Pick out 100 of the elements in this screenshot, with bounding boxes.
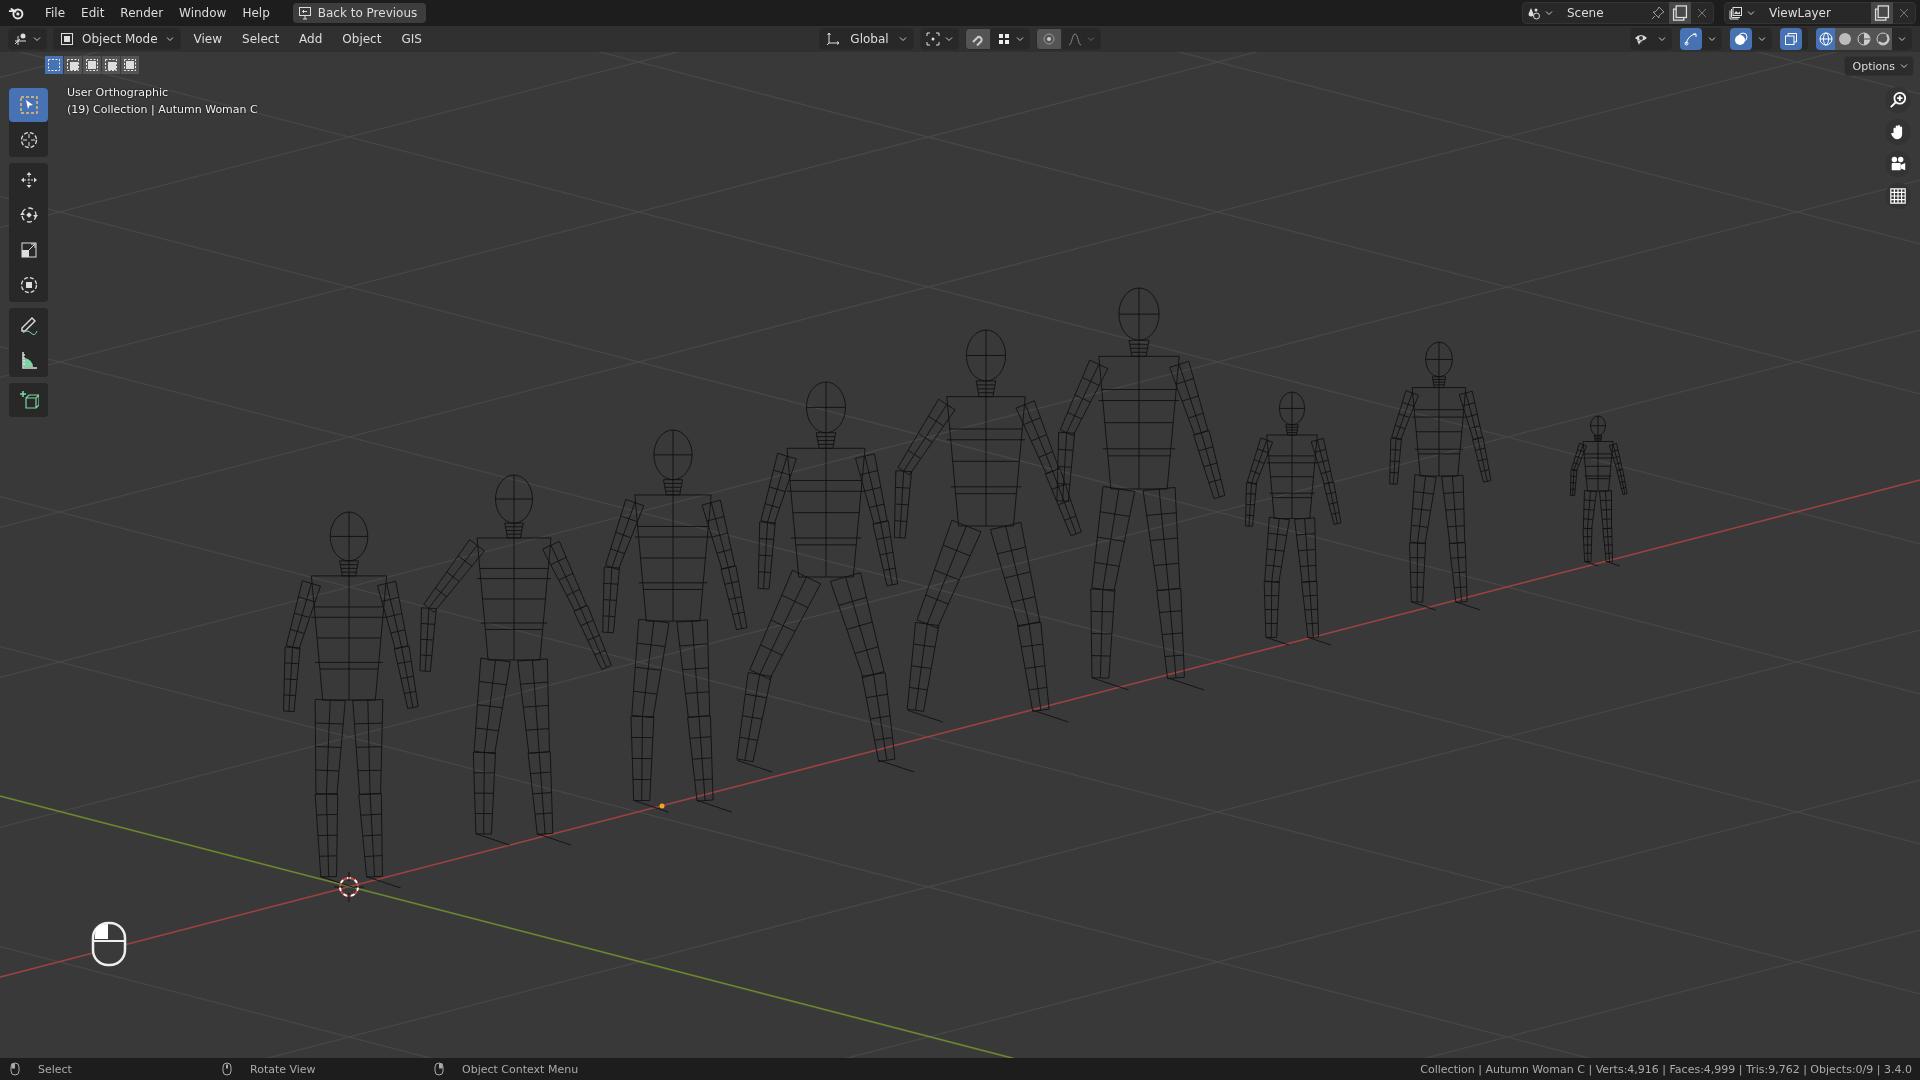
zoom-in-icon (1889, 91, 1907, 109)
grid-dots-icon (996, 32, 1011, 46)
origin-dot (659, 803, 665, 809)
3d-cursor-icon[interactable] (333, 871, 365, 903)
menu-item[interactable]: Help (235, 3, 277, 23)
shading-mode-button[interactable] (1873, 28, 1892, 50)
mode-dropdown[interactable]: Object Mode (53, 28, 181, 50)
caret-icon (1658, 35, 1666, 43)
caret-icon (1758, 35, 1766, 43)
selection-mode-button[interactable] (121, 56, 139, 74)
eye-icon (1634, 32, 1648, 46)
status-hint: Object Context Menu (462, 1062, 579, 1076)
scene-statistics: Collection | Autumn Woman C | Verts:4,916 | Faces:4,999 | Tris:9,762 | Objects:0/9 | 3.4.0 (1420, 1062, 1912, 1076)
cursor-icon (18, 130, 39, 150)
caret-icon (898, 35, 907, 43)
axes-icon (826, 32, 841, 46)
status-hint: Select (38, 1062, 72, 1076)
duplicate-icon[interactable] (1669, 2, 1691, 24)
axes-icon (14, 32, 28, 46)
menu-item[interactable]: File (38, 3, 73, 23)
wire-globe-icon (1818, 32, 1833, 46)
view-layer-name[interactable]: ViewLayer (1759, 6, 1867, 20)
close-icon[interactable] (1695, 6, 1709, 20)
caret-icon (1747, 9, 1755, 17)
caret-icon (165, 35, 174, 43)
menu-item[interactable]: Add (292, 32, 330, 46)
orientation-dropdown[interactable]: Global (819, 28, 914, 50)
selection-mode-icon (66, 58, 80, 72)
tool-button[interactable] (9, 383, 48, 417)
menu-item[interactable]: Select (235, 32, 287, 46)
selection-mode-button[interactable] (64, 56, 82, 74)
pivot-dropdown[interactable] (919, 28, 959, 50)
menu-item[interactable]: Window (172, 3, 234, 23)
gizmo-icon (1684, 32, 1698, 46)
proportional-editing-toggle[interactable] (1035, 28, 1062, 50)
target-icon (1041, 32, 1056, 46)
status-hint: Rotate View (250, 1062, 316, 1076)
mouse-button-icon (10, 1062, 20, 1076)
overlay-circles-icon (1734, 32, 1748, 46)
menu-item[interactable]: Object (335, 32, 389, 46)
caret-icon[interactable] (1898, 35, 1906, 43)
back-to-previous-button[interactable]: Back to Previous (292, 3, 427, 23)
grid-icon (1889, 187, 1907, 205)
menu-item[interactable]: GIS (394, 32, 429, 46)
options-dropdown[interactable]: Options (1843, 56, 1914, 76)
camera-view-button[interactable] (1885, 151, 1911, 177)
menu-item[interactable]: Render (113, 3, 171, 23)
falloff-curve-icon (1067, 32, 1082, 46)
selection-mode-icon (104, 58, 118, 72)
camera-icon (1889, 155, 1907, 173)
pin-icon[interactable] (1651, 6, 1665, 20)
close-icon[interactable] (1897, 6, 1911, 20)
image-stack-icon (1729, 6, 1743, 20)
view-name: User Orthographic (67, 86, 170, 99)
viewport-toggle[interactable] (1780, 28, 1808, 50)
mouse-button-icon (222, 1062, 232, 1076)
caret-icon (944, 35, 953, 43)
select-box-icon (18, 95, 39, 115)
shading-mode-button[interactable] (1835, 28, 1854, 50)
caret-icon (1708, 35, 1716, 43)
selection-mode-button[interactable] (83, 56, 101, 74)
editor-type-button[interactable] (8, 28, 47, 50)
snap-toggle[interactable] (964, 28, 991, 50)
blender-logo-icon[interactable] (8, 5, 26, 21)
zoom-button[interactable] (1885, 87, 1911, 113)
selection-mode-button[interactable] (45, 56, 63, 74)
rotate-icon (18, 205, 39, 225)
caret-icon (1545, 9, 1553, 17)
selection-mode-button[interactable] (102, 56, 120, 74)
viewport-toggle[interactable] (1730, 28, 1772, 50)
xray-icon (1784, 32, 1798, 46)
viewport-toggle[interactable] (1630, 28, 1672, 50)
shading-mode-button[interactable] (1816, 28, 1835, 50)
scene-icon (1527, 6, 1541, 20)
object-mode-icon (60, 32, 74, 46)
scale-icon (18, 240, 39, 260)
caret-icon (33, 35, 41, 43)
selection-mode-icon (123, 58, 137, 72)
menu-item[interactable]: View (186, 32, 230, 46)
scene-name[interactable]: Scene (1557, 6, 1647, 20)
pivot-icon (925, 32, 940, 46)
active-object-label: (19) Collection | Autumn Woman C (67, 103, 258, 116)
snap-target-dropdown[interactable] (990, 28, 1030, 50)
scene-selector[interactable]: Scene (1522, 2, 1714, 24)
solid-sphere-icon (1837, 32, 1852, 46)
caret-icon (1900, 62, 1908, 70)
selection-mode-icon (47, 58, 61, 72)
menu-item[interactable]: Edit (74, 3, 112, 23)
duplicate-icon[interactable] (1871, 2, 1893, 24)
add-cube-icon (18, 390, 39, 410)
half-sphere-icon (1856, 32, 1871, 46)
caret-icon (1015, 35, 1024, 43)
pencil-icon (18, 315, 39, 335)
transform-icon (18, 275, 39, 295)
pan-button[interactable] (1885, 119, 1911, 145)
viewport-toggle[interactable] (1680, 28, 1722, 50)
perspective-toggle[interactable] (1885, 183, 1911, 209)
mouse-button-icon (434, 1062, 444, 1076)
view-layer-selector[interactable]: ViewLayer (1724, 2, 1916, 24)
shaded-sphere-icon (1875, 32, 1890, 46)
